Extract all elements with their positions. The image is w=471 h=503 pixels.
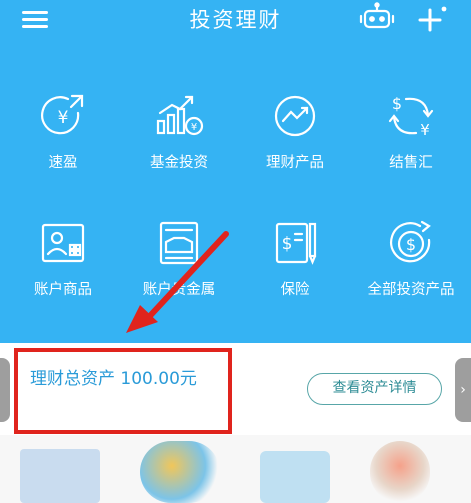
grid-item-all-products[interactable]: $ 全部投资产品 [356, 218, 466, 328]
svg-text:$: $ [282, 234, 293, 254]
total-assets-text: 理财总资产 100.00元 [30, 369, 197, 389]
grid-item-account-commodities[interactable]: 账户商品 [8, 218, 118, 328]
gold-bar-icon [154, 218, 204, 268]
scroll-left-handle[interactable] [0, 358, 10, 422]
trend-line-icon [270, 91, 320, 141]
svg-text:¥: ¥ [191, 122, 197, 133]
promo-thumbnail[interactable] [260, 451, 330, 503]
dollar-coin-icon: $ [386, 218, 436, 268]
asset-summary-bar: 理财总资产 100.00元 查看资产详情 [0, 343, 471, 435]
id-card-icon [38, 218, 88, 268]
page-title: 投资理财 [189, 8, 282, 32]
grid-item-label: 保险 [280, 282, 310, 298]
insurance-document-icon: $ [270, 218, 320, 268]
grid-item-insurance[interactable]: $ 保险 [240, 218, 350, 328]
bottom-content-strip [0, 435, 471, 503]
grid-item-label: 速盈 [48, 155, 78, 171]
svg-text:$: $ [406, 235, 416, 254]
bar-chart-coin-icon: ¥ [154, 91, 204, 141]
promo-thumbnail[interactable] [20, 449, 100, 503]
grid-item-wealth-products[interactable]: 理财产品 [240, 91, 350, 201]
grid-item-label: 理财产品 [266, 155, 324, 171]
grid-item-fund[interactable]: ¥ 基金投资 [124, 91, 234, 201]
grid-item-suying[interactable]: ¥ 速盈 [8, 91, 118, 201]
svg-text:$: $ [392, 94, 402, 113]
promo-thumbnail[interactable] [140, 441, 220, 503]
yuan-up-arrow-icon: ¥ [38, 91, 88, 141]
promo-thumbnail[interactable] [370, 441, 430, 503]
chevron-right-icon[interactable]: › [455, 358, 471, 422]
view-asset-details-button[interactable]: 查看资产详情 [307, 373, 442, 405]
grid-item-label: 账户商品 [34, 282, 92, 298]
grid-item-label: 账户贵金属 [142, 282, 216, 298]
robot-icon[interactable] [356, 2, 398, 34]
currency-exchange-icon: $ ¥ [386, 91, 436, 141]
svg-text:¥: ¥ [420, 121, 430, 139]
plus-icon[interactable] [416, 2, 450, 34]
grid-item-precious-metals[interactable]: 账户贵金属 [124, 218, 234, 328]
grid-item-label: 结售汇 [389, 155, 433, 171]
grid-item-fx[interactable]: $ ¥ 结售汇 [356, 91, 466, 201]
svg-text:¥: ¥ [58, 108, 69, 128]
grid-item-label: 基金投资 [150, 155, 208, 171]
grid-item-label: 全部投资产品 [367, 282, 455, 298]
top-bar: 投资理财 [0, 0, 471, 40]
